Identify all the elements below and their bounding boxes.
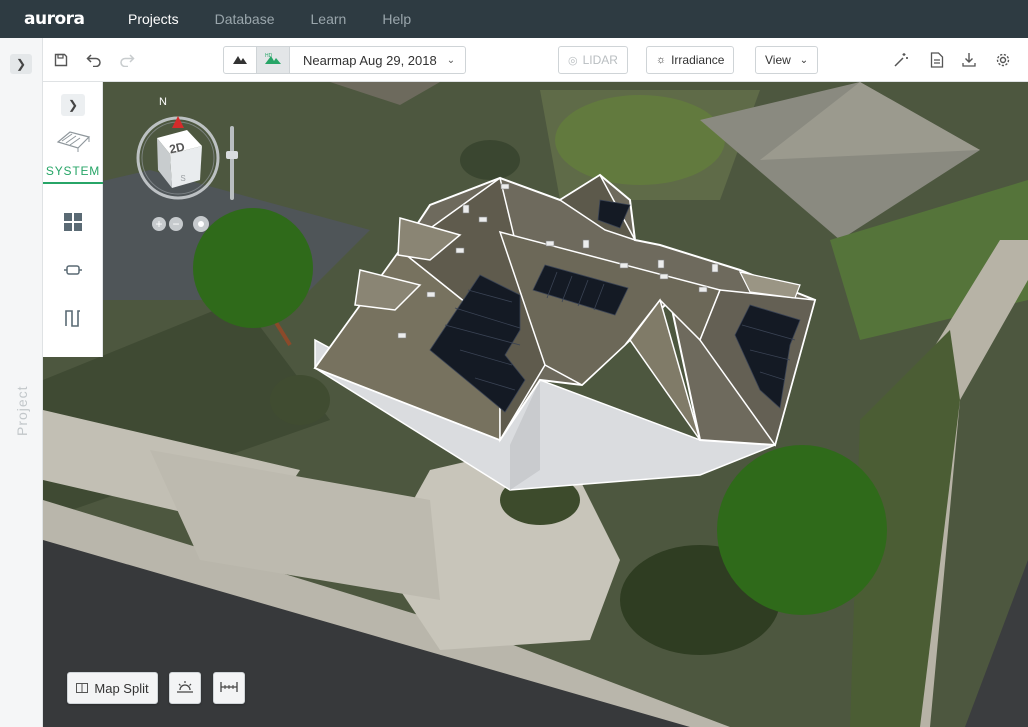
expand-rail-button[interactable]: ❯ bbox=[10, 54, 32, 74]
nav-item-learn[interactable]: Learn bbox=[311, 11, 347, 27]
view-compass-widget[interactable]: + − N 2D S bbox=[132, 96, 252, 238]
top-nav: aurora Projects Database Learn Help bbox=[0, 0, 1028, 38]
lidar-label: LIDAR bbox=[582, 53, 618, 67]
download-icon[interactable] bbox=[959, 50, 979, 70]
nav-item-database[interactable]: Database bbox=[215, 11, 275, 27]
document-icon[interactable] bbox=[927, 50, 947, 70]
chevron-right-icon: ❯ bbox=[67, 98, 79, 112]
app-root: aurora Projects Database Learn Help ❯ Pr… bbox=[0, 0, 1028, 727]
imagery-date-select[interactable]: Nearmap Aug 29, 2018 ⌄ bbox=[290, 47, 465, 73]
nav-item-projects[interactable]: Projects bbox=[128, 11, 179, 27]
imagery-date-label: Nearmap Aug 29, 2018 bbox=[303, 52, 437, 68]
design-toolbar: HD Nearmap Aug 29, 2018 ⌄ ◎ LIDAR ☼ Irra… bbox=[43, 38, 1028, 82]
chevron-down-icon: ⌄ bbox=[446, 54, 456, 66]
aurora-logo[interactable]: aurora bbox=[24, 9, 104, 29]
project-rail: ❯ Project bbox=[0, 38, 43, 727]
lidar-icon: ◎ bbox=[568, 54, 578, 67]
magic-wand-icon[interactable] bbox=[891, 50, 911, 70]
sun-position-button[interactable] bbox=[169, 672, 201, 704]
expand-panel-button[interactable]: ❯ bbox=[61, 94, 85, 116]
hd-mountain-icon: HD bbox=[265, 51, 281, 69]
redo-icon[interactable] bbox=[117, 50, 137, 70]
map-split-icon bbox=[76, 681, 89, 696]
panels-icon[interactable] bbox=[61, 210, 85, 234]
imagery-selector: HD Nearmap Aug 29, 2018 ⌄ bbox=[223, 46, 467, 74]
sun-horizon-icon bbox=[176, 680, 194, 697]
view-label: View bbox=[765, 53, 791, 67]
compass-north-label: N bbox=[159, 96, 167, 108]
view-dropdown[interactable]: View ⌄ bbox=[755, 46, 819, 74]
chevron-down-icon: ⌄ bbox=[799, 54, 809, 66]
compass-south-label: S bbox=[180, 174, 186, 183]
save-icon[interactable] bbox=[51, 50, 71, 70]
project-rail-label[interactable]: Project bbox=[14, 385, 30, 436]
nav-list: Projects Database Learn Help bbox=[128, 11, 447, 27]
measure-button[interactable] bbox=[213, 672, 245, 704]
settings-gear-icon[interactable] bbox=[993, 50, 1013, 70]
sun-icon: ☼ bbox=[656, 54, 667, 66]
irradiance-button[interactable]: ☼ Irradiance bbox=[646, 46, 735, 74]
hd-imagery-button[interactable]: HD bbox=[257, 47, 290, 73]
svg-text:+: + bbox=[155, 217, 162, 231]
design-side-panel: ❯ SYSTEM bbox=[43, 82, 103, 357]
wire-icon[interactable] bbox=[61, 306, 85, 330]
component-icon[interactable] bbox=[61, 258, 85, 282]
map-split-label: Map Split bbox=[94, 680, 149, 696]
system-tab-label: SYSTEM bbox=[45, 164, 101, 178]
house-system-icon bbox=[56, 128, 92, 157]
ruler-icon bbox=[220, 680, 238, 697]
undo-icon[interactable] bbox=[84, 50, 104, 70]
terrain-view-button[interactable] bbox=[224, 47, 257, 73]
map-split-button[interactable]: Map Split bbox=[67, 672, 158, 704]
irradiance-label: Irradiance bbox=[671, 53, 725, 67]
svg-text:−: − bbox=[172, 217, 179, 231]
mountain-icon bbox=[233, 51, 247, 69]
lidar-button[interactable]: ◎ LIDAR bbox=[558, 46, 628, 74]
system-tab[interactable]: SYSTEM bbox=[43, 122, 103, 184]
svg-text:HD: HD bbox=[265, 53, 273, 59]
nav-item-help[interactable]: Help bbox=[382, 11, 411, 27]
chevron-right-icon: ❯ bbox=[15, 57, 27, 71]
